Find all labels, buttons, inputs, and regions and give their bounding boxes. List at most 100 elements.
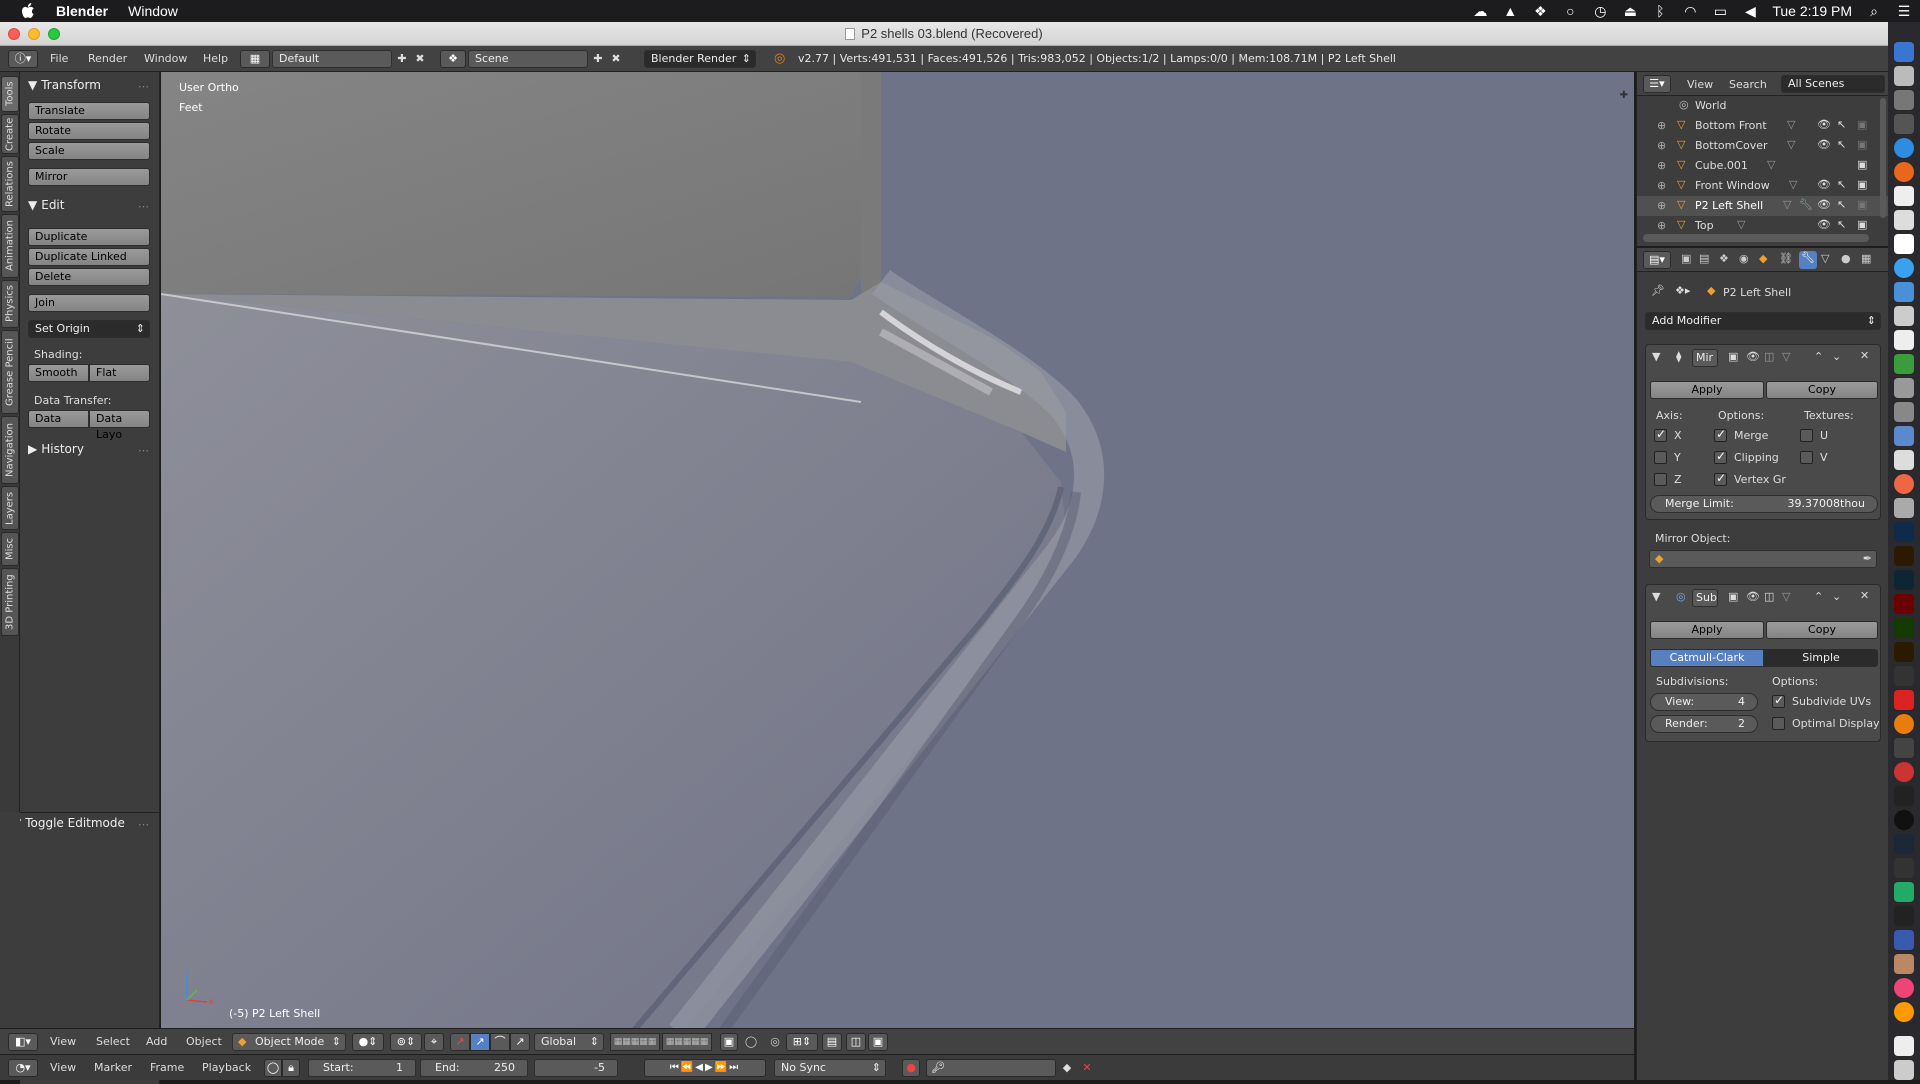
vp-menu-view[interactable]: View — [50, 1035, 76, 1048]
keying-set-icon[interactable]: 🔑︎ — [926, 1059, 1056, 1077]
notification-center-icon[interactable]: ☰ — [1896, 3, 1912, 19]
join-button[interactable]: Join — [28, 294, 150, 312]
merge-checkbox[interactable] — [1714, 427, 1727, 442]
trash-icon[interactable] — [1894, 1060, 1914, 1080]
eyedropper-icon[interactable]: ✒ — [1863, 551, 1872, 567]
shading-mode-icon[interactable]: ●⇕ — [352, 1033, 384, 1051]
muse-icon[interactable] — [1894, 618, 1914, 638]
duplicate-button[interactable]: Duplicate — [28, 228, 150, 246]
visibility-eye-icon[interactable]: 👁︎ — [1817, 178, 1831, 191]
visibility-eye-icon[interactable]: 👁︎ — [1817, 118, 1831, 131]
app-icon[interactable] — [1894, 114, 1914, 134]
mirror-apply-button[interactable]: Apply — [1650, 381, 1764, 399]
scene-context-icon[interactable]: ❖ — [1719, 252, 1729, 265]
pin-icon[interactable]: 📌︎ — [1651, 284, 1665, 297]
menubar-clock[interactable]: Tue 2:19 PM — [1772, 3, 1852, 19]
render-camera-icon[interactable]: ▣ — [1857, 118, 1867, 131]
app-dark-icon[interactable] — [1894, 738, 1914, 758]
utility-icon[interactable] — [1894, 402, 1914, 422]
system-preferences-icon[interactable] — [1894, 90, 1914, 110]
flat-button[interactable]: Flat — [89, 364, 150, 382]
render-preview-icon[interactable]: ▤ — [822, 1033, 842, 1051]
translate-button[interactable]: Translate — [28, 102, 150, 120]
select-arrow-icon[interactable]: ↖ — [1837, 138, 1846, 151]
collapse-triangle-icon[interactable]: ▼ — [1652, 590, 1660, 603]
tl-menu-frame[interactable]: Frame — [150, 1061, 184, 1074]
tab-grease-pencil[interactable]: Grease Pencil — [1, 330, 19, 414]
move-down-icon[interactable]: ⌄ — [1832, 350, 1841, 363]
outliner-row-world[interactable]: ◎ World — [1637, 96, 1889, 116]
data-button[interactable]: Data — [28, 410, 89, 428]
viewport-toggle-icon[interactable]: 👁︎ — [1746, 590, 1760, 603]
snap-toggle-icon[interactable]: ◎ — [766, 1033, 784, 1051]
tab-tools[interactable]: Tools — [1, 76, 19, 112]
vertex-groups-checkbox[interactable] — [1714, 471, 1727, 486]
render-toggle-icon[interactable]: ▣ — [1728, 590, 1738, 603]
maps-icon[interactable] — [1894, 306, 1914, 326]
opengl-render-icon[interactable]: ◫ — [846, 1033, 866, 1051]
axis-y-checkbox[interactable] — [1654, 451, 1667, 464]
render-layers-context-icon[interactable]: ▤ — [1699, 252, 1709, 265]
edit-panel-header[interactable]: ▼ Edit — [28, 198, 64, 212]
menu-render[interactable]: Render — [88, 52, 127, 65]
material-context-icon[interactable]: ● — [1841, 252, 1851, 265]
snap-element-icon[interactable]: ⊞⇕ — [786, 1033, 818, 1051]
contacts-icon[interactable] — [1894, 210, 1914, 230]
render-camera-icon[interactable]: ▣ — [1857, 198, 1867, 211]
printer-icon[interactable] — [1894, 450, 1914, 470]
panel-grip-icon[interactable]: ⋯ — [138, 80, 149, 93]
numbers-icon[interactable] — [1894, 354, 1914, 374]
blender-dock-icon[interactable] — [1894, 714, 1914, 734]
minimize-window-button[interactable] — [28, 28, 40, 40]
apple-icon[interactable] — [20, 2, 38, 20]
tl-menu-view[interactable]: View — [50, 1061, 76, 1074]
view-levels-field[interactable]: View: 4 — [1650, 693, 1758, 711]
vp-menu-select[interactable]: Select — [96, 1035, 130, 1048]
extra-manipulator-icon[interactable]: ↗ — [510, 1033, 530, 1051]
scale-manipulator-icon[interactable]: ⌒ — [490, 1033, 510, 1051]
editor-type-icon[interactable]: ◧▾ — [8, 1033, 38, 1051]
pivot-icon[interactable]: ⊚⇕ — [390, 1033, 422, 1051]
subsurf-copy-button[interactable]: Copy — [1766, 621, 1878, 639]
epic-games-icon[interactable] — [1894, 786, 1914, 806]
merge-limit-field[interactable]: Merge Limit: 39.37008thou — [1650, 495, 1878, 513]
sync-select[interactable]: No Sync ⇕ — [774, 1059, 886, 1077]
app-orange-icon[interactable] — [1894, 1002, 1914, 1022]
render-camera-icon[interactable]: ▣ — [1857, 178, 1867, 191]
layout-icon[interactable]: ▦ — [240, 50, 270, 68]
remove-modifier-icon[interactable]: ✕ — [1860, 589, 1869, 602]
visibility-eye-icon[interactable]: 👁︎ — [1817, 138, 1831, 151]
tl-menu-marker[interactable]: Marker — [94, 1061, 132, 1074]
menubar-status-icon[interactable]: ☁ — [1472, 3, 1488, 19]
app-p-icon[interactable] — [1894, 906, 1914, 926]
creative-cloud-icon[interactable] — [1894, 666, 1914, 686]
tab-physics[interactable]: Physics — [1, 280, 19, 328]
tab-misc[interactable]: Misc — [1, 532, 19, 566]
axis-x-checkbox[interactable] — [1654, 427, 1667, 442]
editmode-toggle-icon[interactable]: ◫ — [1764, 350, 1774, 363]
cage-toggle-icon[interactable]: ▽ — [1782, 350, 1790, 363]
object-context-icon[interactable]: ◆ — [1759, 252, 1767, 265]
outliner-row-cube-001[interactable]: ⊕ ▽ Cube.001 ▽ ▣ — [1637, 156, 1889, 176]
scene-icon[interactable]: ❖ — [440, 50, 466, 68]
photoshop-icon[interactable] — [1894, 522, 1914, 542]
menubar-window[interactable]: Window — [128, 3, 178, 19]
data-context-icon[interactable]: ▽ — [1821, 252, 1829, 265]
menubar-app-name[interactable]: Blender — [56, 3, 108, 19]
vp-menu-object[interactable]: Object — [186, 1035, 222, 1048]
layers-grid-icon-2[interactable]: ▦▦▦▦▦ — [662, 1033, 712, 1051]
illustrator-icon[interactable] — [1894, 546, 1914, 566]
visibility-eye-icon[interactable]: 👁︎ — [1817, 218, 1831, 231]
properties-editor-icon[interactable]: ▤▾ — [1643, 251, 1671, 269]
set-origin-select[interactable]: Set Origin ⇕ — [28, 320, 150, 338]
bridge-icon[interactable] — [1894, 642, 1914, 662]
safari-icon[interactable] — [1894, 138, 1914, 158]
outliner-view-menu[interactable]: View — [1687, 78, 1713, 91]
finder-icon[interactable] — [1894, 42, 1914, 62]
select-arrow-icon[interactable]: ↖ — [1837, 198, 1846, 211]
lock-range-icon[interactable]: 🔒︎ — [282, 1059, 300, 1077]
render-camera-icon[interactable]: ▣ — [1857, 138, 1867, 151]
record-icon[interactable]: ● — [902, 1059, 920, 1077]
render-context-icon[interactable]: ▣ — [1681, 252, 1691, 265]
outliner-scrollbar[interactable] — [1643, 234, 1869, 242]
